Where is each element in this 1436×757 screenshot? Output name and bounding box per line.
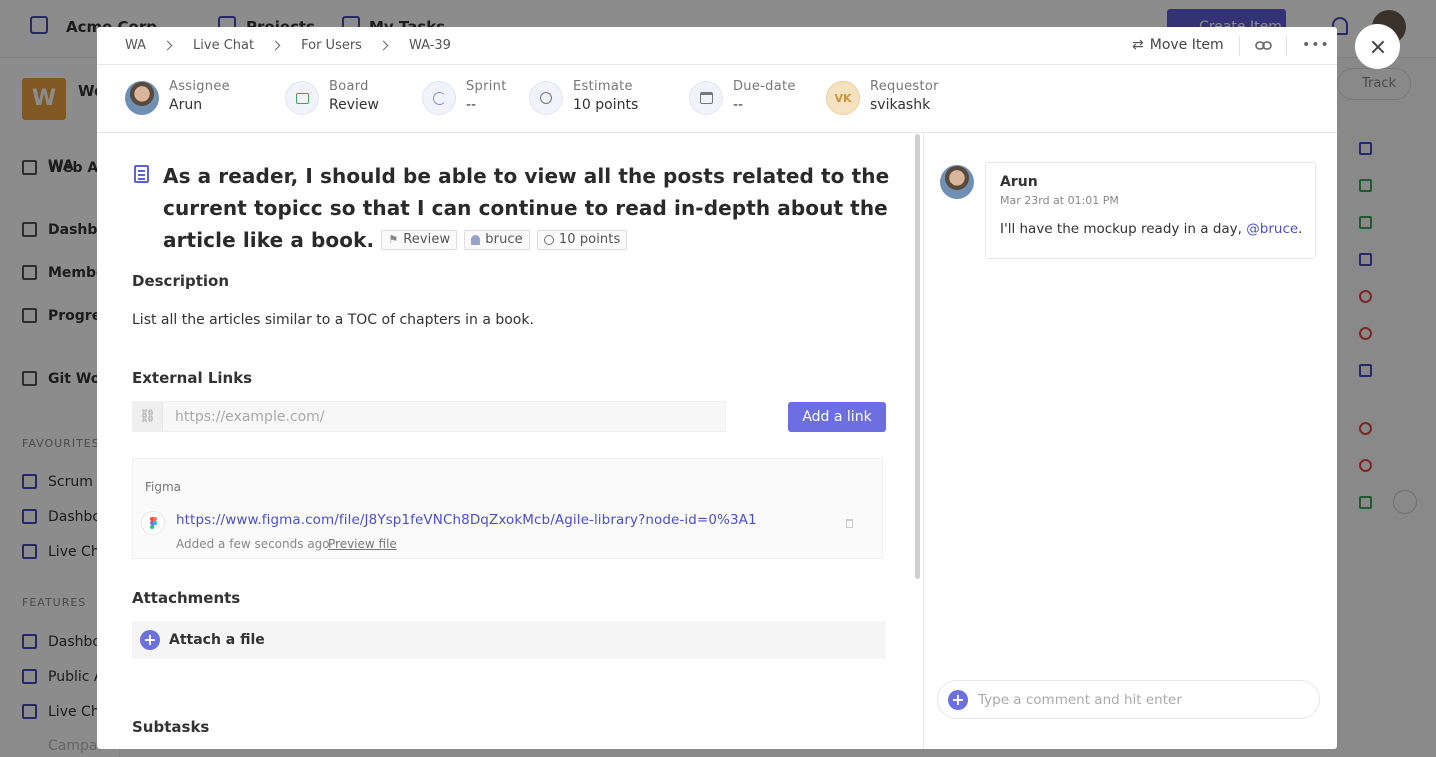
- divider: [1239, 36, 1240, 56]
- chevron-right-icon: [270, 40, 281, 51]
- item-details-pane: As a reader, I should be able to view al…: [97, 133, 924, 749]
- breadcrumb-feature[interactable]: Live Chat: [193, 38, 254, 53]
- attachments-heading: Attachments: [132, 589, 241, 607]
- link-icon: ⛓: [133, 402, 163, 431]
- move-item-label: Move Item: [1149, 37, 1224, 53]
- assignee-chip[interactable]: bruce: [464, 229, 530, 250]
- board-field[interactable]: Board Review: [285, 79, 379, 115]
- chevron-right-icon: [378, 40, 389, 51]
- comment-avatar: [940, 165, 974, 199]
- board-icon: [285, 81, 319, 115]
- assignee-value: Arun: [169, 97, 203, 113]
- comment-end: .: [1298, 221, 1303, 237]
- modal-topbar: WA Live Chat For Users WA-39 ⇄ Move Item…: [97, 27, 1337, 65]
- mention-link[interactable]: @bruce: [1246, 221, 1298, 237]
- chevron-right-icon: [162, 40, 173, 51]
- sprint-label: Sprint: [466, 79, 507, 94]
- item-meta-bar: Assignee Arun Board Review Sprint -- Estima…: [97, 65, 1337, 133]
- requestor-value: svikashk: [870, 97, 931, 113]
- plus-icon: +: [140, 630, 160, 650]
- comment-body: I'll have the mockup ready in a day,: [1000, 221, 1247, 237]
- due-date-value: --: [733, 97, 744, 113]
- description-heading: Description: [132, 272, 230, 290]
- requestor-avatar: VK: [826, 81, 860, 115]
- sprint-field[interactable]: Sprint --: [422, 79, 507, 115]
- add-link-button[interactable]: Add a link: [788, 402, 886, 432]
- due-date-label: Due-date: [733, 79, 796, 94]
- preview-file-link[interactable]: Preview file: [328, 537, 397, 551]
- estimate-value: 10 points: [573, 97, 639, 113]
- assignee-avatar: [125, 81, 159, 115]
- story-icon: [134, 165, 149, 183]
- close-icon: [1371, 40, 1385, 54]
- more-icon[interactable]: •••: [1302, 37, 1330, 53]
- points-chip[interactable]: 10 points: [536, 229, 628, 250]
- link-input-row: ⛓: [132, 401, 726, 432]
- divider: [1286, 36, 1287, 56]
- breadcrumb-project[interactable]: WA: [125, 38, 146, 53]
- description-text[interactable]: List all the articles similar to a TOC o…: [132, 312, 534, 328]
- link-url[interactable]: https://www.figma.com/file/J8Ysp1feVNCh8…: [176, 512, 757, 528]
- close-modal-button[interactable]: [1355, 24, 1400, 69]
- external-link-card: Figma https://www.figma.com/file/J8Ysp1f…: [132, 458, 883, 559]
- trash-icon[interactable]: [846, 519, 853, 528]
- scrollbar[interactable]: [915, 134, 920, 579]
- calendar-icon: [689, 81, 723, 115]
- figma-icon: [141, 511, 165, 535]
- stopwatch-icon: [543, 234, 554, 245]
- status-chip[interactable]: ⚑ Review: [381, 229, 458, 250]
- plus-icon[interactable]: +: [948, 689, 968, 710]
- attach-file-label: Attach a file: [169, 632, 265, 648]
- board-value: Review: [329, 97, 379, 113]
- status-chip-label: Review: [403, 231, 451, 247]
- link-url-input[interactable]: [175, 402, 715, 431]
- flag-icon: ⚑: [388, 232, 399, 246]
- attach-file-button[interactable]: + Attach a file: [132, 621, 886, 659]
- breadcrumb-item-id[interactable]: WA-39: [409, 38, 451, 53]
- points-chip-label: 10 points: [558, 231, 621, 247]
- item-title[interactable]: As a reader, I should be able to view al…: [163, 160, 893, 256]
- item-modal: WA Live Chat For Users WA-39 ⇄ Move Item…: [97, 27, 1337, 749]
- swap-arrows-icon: ⇄: [1132, 37, 1144, 53]
- requestor-label: Requestor: [870, 79, 939, 94]
- assignee-label: Assignee: [169, 79, 230, 94]
- comment-time: Mar 23rd at 01:01 PM: [1000, 194, 1119, 207]
- assignee-chip-label: bruce: [485, 231, 523, 247]
- comment-input[interactable]: [978, 691, 1298, 708]
- requestor-field[interactable]: VK Requestor svikashk: [826, 79, 939, 115]
- comment-input-box: +: [937, 680, 1320, 719]
- due-date-field[interactable]: Due-date --: [689, 79, 796, 115]
- stopwatch-icon: [529, 81, 563, 115]
- estimate-label: Estimate: [573, 79, 633, 94]
- comments-pane: Arun Mar 23rd at 01:01 PM I'll have the …: [925, 133, 1337, 749]
- link-source-label: Figma: [145, 480, 182, 494]
- breadcrumb: WA Live Chat For Users WA-39: [125, 38, 451, 53]
- link-added-time: Added a few seconds ago: [176, 537, 330, 551]
- assignee-field[interactable]: Assignee Arun: [125, 79, 230, 115]
- subtasks-heading: Subtasks: [132, 718, 210, 736]
- comment-author: Arun: [1000, 174, 1038, 190]
- board-label: Board: [329, 79, 369, 94]
- move-item-button[interactable]: ⇄ Move Item: [1132, 37, 1224, 53]
- estimate-field[interactable]: Estimate 10 points: [529, 79, 638, 115]
- breadcrumb-epic[interactable]: For Users: [301, 38, 362, 53]
- sprint-value: --: [466, 97, 477, 113]
- comment-text: I'll have the mockup ready in a day, @br…: [1000, 221, 1302, 237]
- person-icon: [471, 234, 481, 245]
- sprint-icon: [422, 81, 456, 115]
- link-icon[interactable]: [1255, 39, 1272, 52]
- comment-card: Arun Mar 23rd at 01:01 PM I'll have the …: [985, 162, 1316, 259]
- external-links-heading: External Links: [132, 369, 253, 387]
